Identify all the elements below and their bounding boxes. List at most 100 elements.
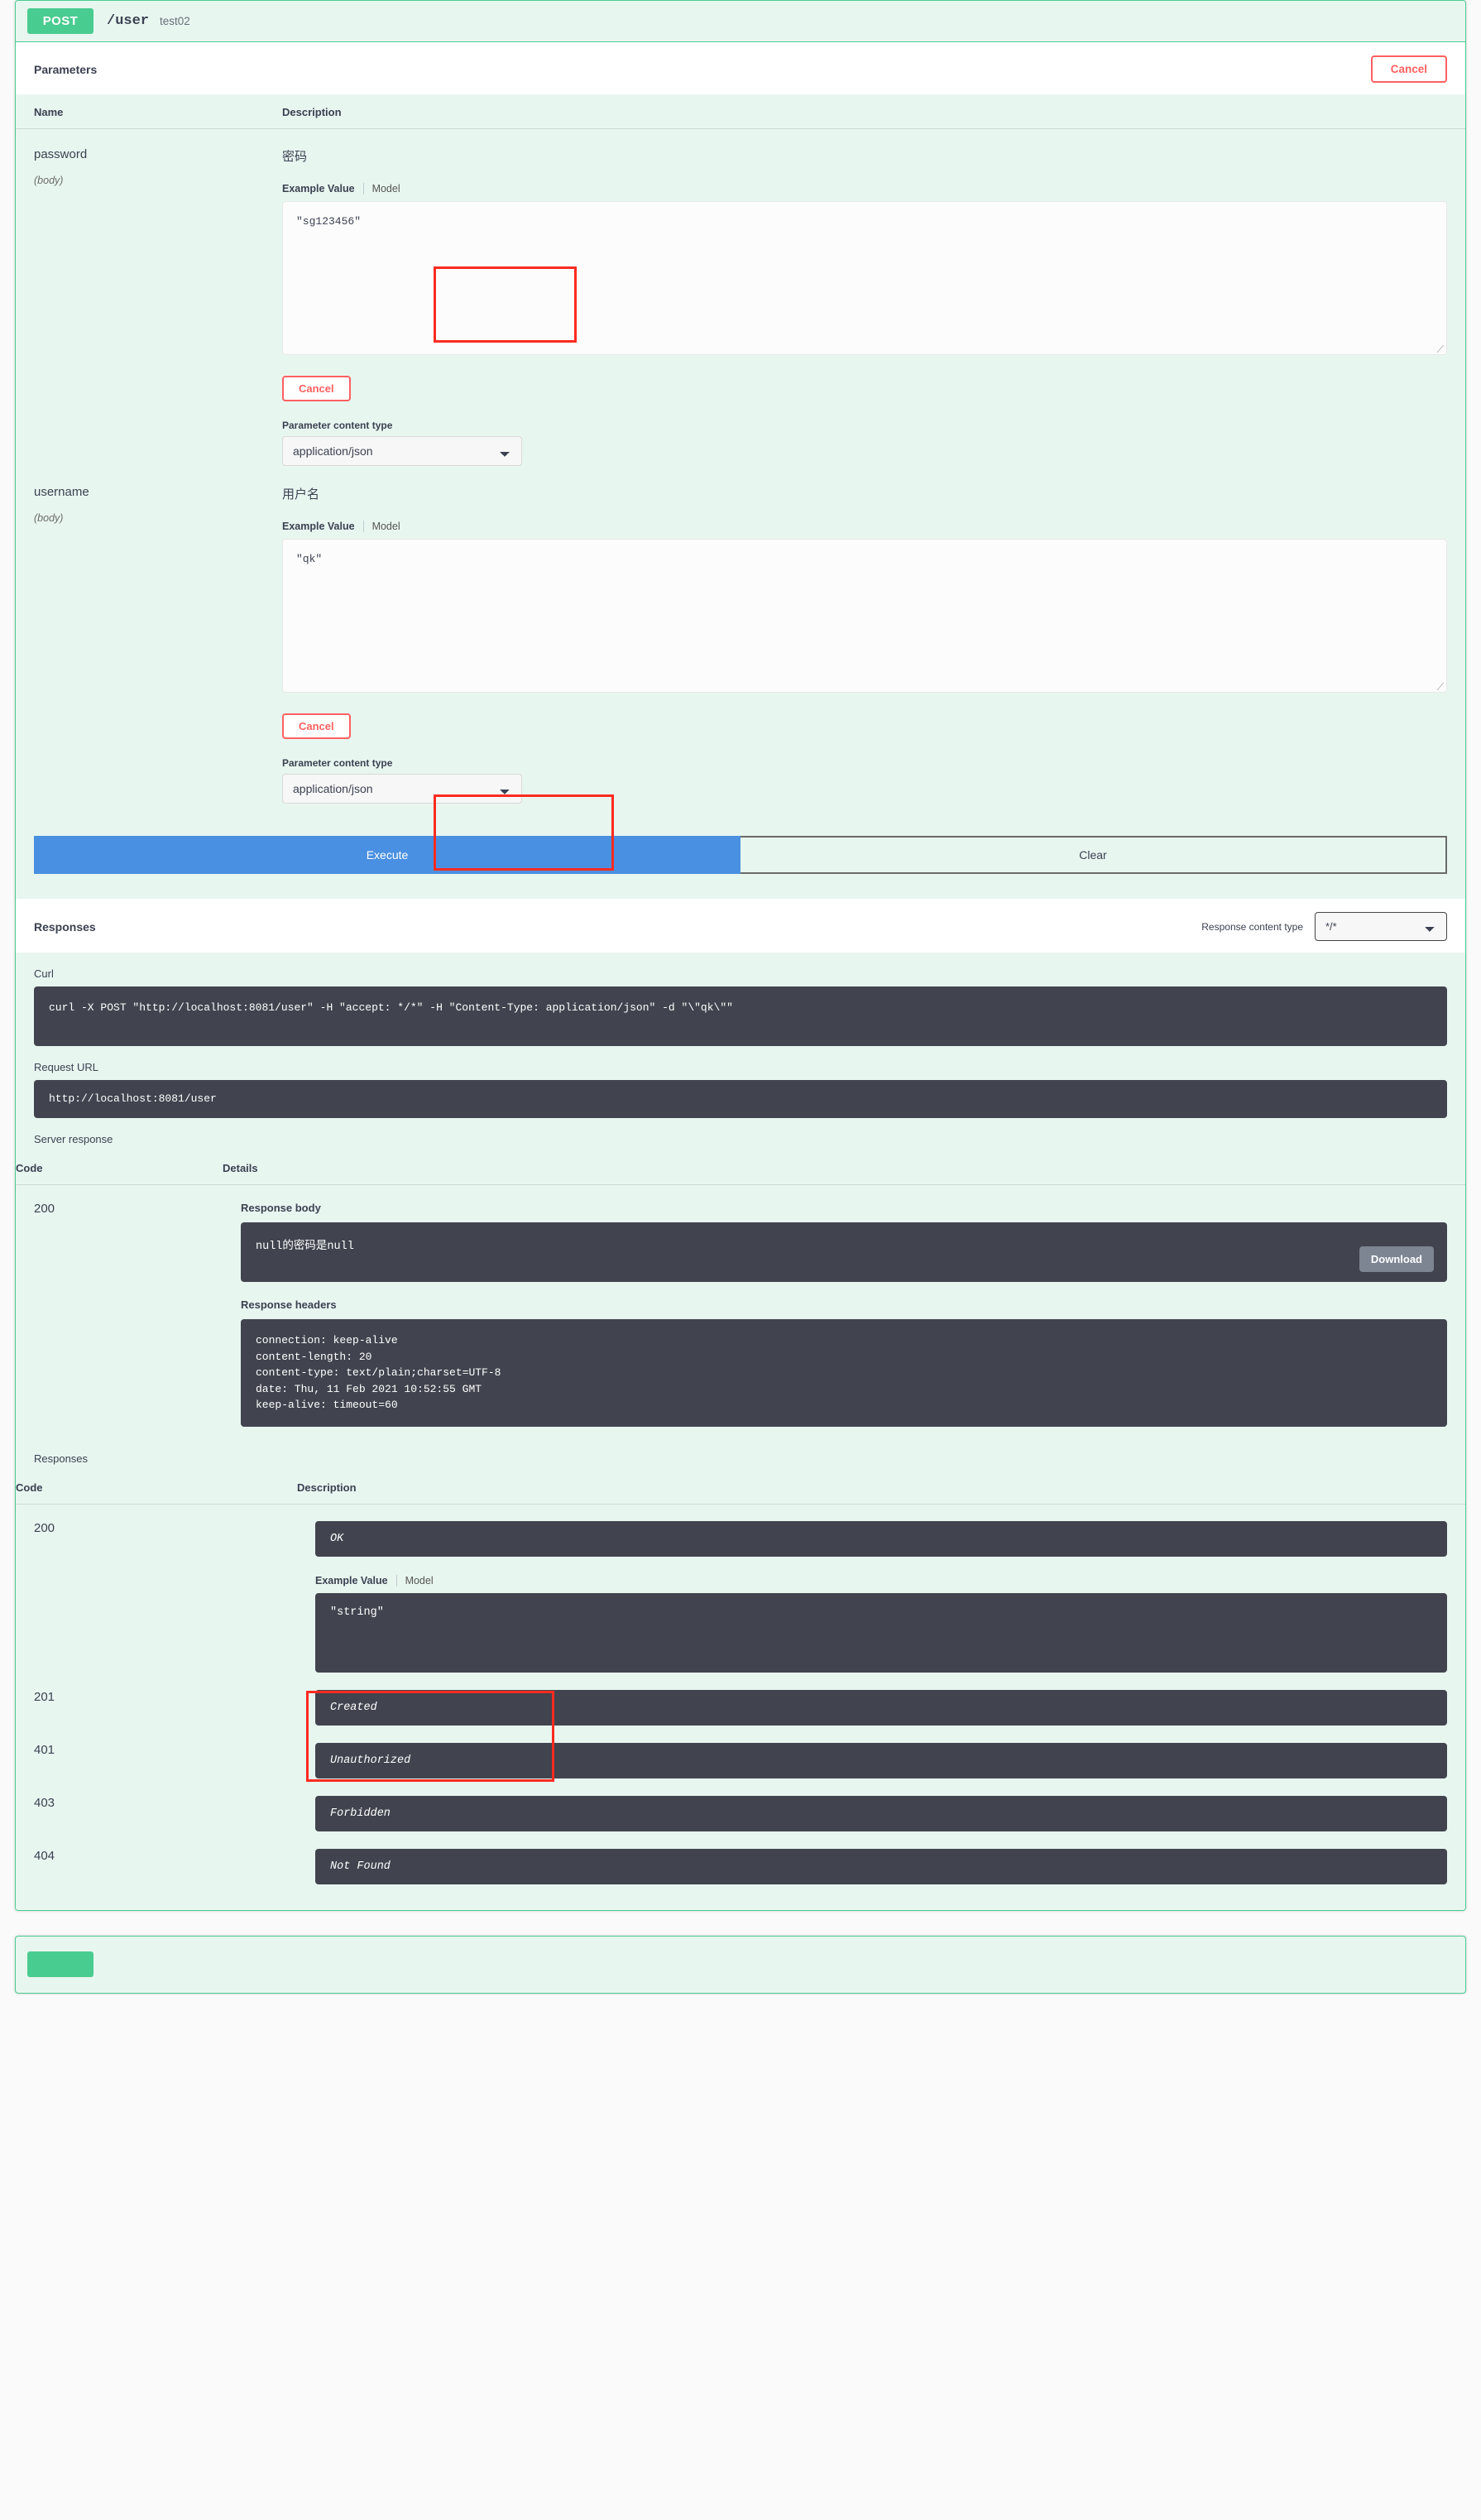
parameter-row-password: password (body) 密码 Example Value Model "…: [16, 129, 1465, 468]
parameter-location: (body): [34, 512, 64, 524]
parameter-name: username: [34, 485, 89, 499]
swagger-ui-page: POST /user test02 Parameters Cancel Name…: [0, 0, 1481, 2520]
http-method-badge-next: [27, 1951, 93, 1978]
tab-model[interactable]: Model: [405, 1575, 434, 1586]
response-code: 200: [34, 1520, 55, 1535]
response-codes-wrap: Responses: [16, 1452, 1465, 1465]
username-cancel-button[interactable]: Cancel: [282, 713, 351, 739]
example-model-tabs: Example Value Model: [315, 1574, 1447, 1586]
column-header-description: Description: [264, 94, 1465, 129]
operation-body: Parameters Cancel Name Description passw…: [16, 42, 1465, 1910]
tab-example-value[interactable]: Example Value: [282, 183, 355, 194]
response-code: 403: [34, 1795, 55, 1810]
column-header-code: Code: [16, 1471, 297, 1505]
response-code: 201: [34, 1689, 55, 1704]
operation-block-post-user: POST /user test02 Parameters Cancel Name…: [15, 0, 1466, 1911]
tab-separator: [395, 1574, 397, 1586]
password-body-editor[interactable]: [282, 201, 1447, 355]
parameter-row-username: username (body) 用户名 Example Value Model: [16, 467, 1465, 804]
response-codes-header-row: Code Description: [16, 1471, 1465, 1505]
parameter-content-type-label: Parameter content type: [282, 420, 393, 431]
operation-summary[interactable]: POST /user test02: [16, 1, 1465, 42]
response-body-box: null的密码是null Download: [241, 1222, 1447, 1283]
parameter-description: 用户名: [282, 487, 320, 502]
server-response-code: 200: [34, 1202, 55, 1217]
parameter-location: (body): [34, 175, 64, 186]
response-code-details: Created: [297, 1673, 1465, 1726]
operation-path: /user: [107, 13, 150, 29]
column-header-details: Details: [223, 1152, 1465, 1186]
response-headers-text: connection: keep-alive content-length: 2…: [256, 1334, 501, 1412]
response-content-type-label: Response content type: [1201, 920, 1303, 933]
operation-summary-text: test02: [160, 15, 190, 27]
parameters-table-header-row: Name Description: [16, 94, 1465, 129]
column-header-code: Code: [16, 1152, 223, 1186]
server-response-label: Server response: [34, 1133, 113, 1146]
response-code-details: Unauthorized: [297, 1726, 1465, 1779]
response-content-type-wrap: Response content type */*: [1201, 912, 1447, 941]
parameter-name: password: [34, 147, 88, 161]
response-body-label: Response body: [241, 1202, 321, 1215]
response-example-value: "string": [315, 1592, 1447, 1673]
server-response-table: Code Details 200 Response body null的密码是n…: [16, 1152, 1465, 1428]
parameters-header: Parameters Cancel: [16, 42, 1465, 94]
username-body-editor[interactable]: [282, 539, 1447, 693]
curl-label: Curl: [34, 967, 54, 980]
password-content-type-select[interactable]: application/json: [282, 436, 522, 466]
column-header-name: Name: [16, 94, 264, 129]
response-codes-title: Responses: [34, 1452, 89, 1465]
column-header-description: Description: [297, 1471, 1465, 1505]
password-cancel-button[interactable]: Cancel: [282, 376, 351, 401]
parameters-table: Name Description password (body) 密码 Exam…: [16, 94, 1465, 804]
server-response-header-row: Code Details: [16, 1152, 1465, 1186]
parameters-cancel-button[interactable]: Cancel: [1370, 55, 1447, 83]
response-body-text: null的密码是null: [256, 1241, 354, 1254]
response-code: 404: [34, 1848, 55, 1863]
parameter-name-cell: username (body): [16, 467, 264, 804]
parameter-description-cell: 密码 Example Value Model ⟋ Cancel: [264, 129, 1465, 468]
response-content-type-select[interactable]: */*: [1315, 912, 1447, 941]
response-code-row-403: 403 Forbidden: [16, 1779, 1465, 1832]
response-code-details: Not Found: [297, 1832, 1465, 1885]
example-model-tabs: Example Value Model: [282, 183, 1447, 194]
request-url-block: http://localhost:8081/user: [34, 1080, 1447, 1119]
next-operation-block[interactable]: [15, 1935, 1466, 1994]
response-code-row-200: 200 OK Example Value Model "string": [16, 1504, 1465, 1673]
parameter-description: 密码: [282, 150, 308, 164]
server-response-details: Response body null的密码是null Download Resp…: [223, 1185, 1465, 1428]
username-editor-wrap: ⟋: [282, 539, 1447, 697]
response-headers-box: connection: keep-alive content-length: 2…: [241, 1319, 1447, 1427]
parameters-title: Parameters: [34, 62, 98, 76]
tab-model[interactable]: Model: [372, 183, 400, 194]
tab-separator: [362, 183, 364, 194]
parameter-name-cell: password (body): [16, 129, 264, 468]
response-code-description: Forbidden: [315, 1795, 1447, 1831]
response-code-description: Not Found: [315, 1848, 1447, 1884]
tab-model[interactable]: Model: [372, 521, 400, 532]
response-code-description: Unauthorized: [315, 1742, 1447, 1778]
parameter-content-type-label: Parameter content type: [282, 757, 393, 769]
username-content-type-select[interactable]: application/json: [282, 774, 522, 804]
http-method-badge: POST: [27, 8, 93, 34]
response-code-details: OK Example Value Model "string": [297, 1504, 1465, 1673]
responses-title: Responses: [34, 919, 96, 934]
response-code-row-404: 404 Not Found: [16, 1832, 1465, 1885]
tab-example-value[interactable]: Example Value: [282, 521, 355, 532]
response-code-details: Forbidden: [297, 1779, 1465, 1832]
password-editor-wrap: ⟋: [282, 201, 1447, 359]
tab-separator: [362, 521, 364, 532]
clear-button[interactable]: Clear: [740, 836, 1447, 874]
example-model-tabs: Example Value Model: [282, 521, 1447, 532]
live-response-wrap: Curl curl -X POST "http://localhost:8081…: [16, 953, 1465, 1145]
response-code-row-201: 201 Created: [16, 1673, 1465, 1726]
response-code: 401: [34, 1742, 55, 1757]
execute-button[interactable]: Execute: [34, 836, 740, 874]
execute-clear-row: Execute Clear: [34, 836, 1447, 874]
request-url-label: Request URL: [34, 1061, 99, 1073]
response-codes-table: Code Description 200 OK Example Value Mo…: [16, 1471, 1465, 1885]
responses-header: Responses Response content type */*: [16, 899, 1465, 953]
tab-example-value[interactable]: Example Value: [315, 1575, 388, 1586]
response-code-row-401: 401 Unauthorized: [16, 1726, 1465, 1779]
server-response-row: 200 Response body null的密码是null Download …: [16, 1185, 1465, 1428]
download-button[interactable]: Download: [1359, 1246, 1434, 1273]
